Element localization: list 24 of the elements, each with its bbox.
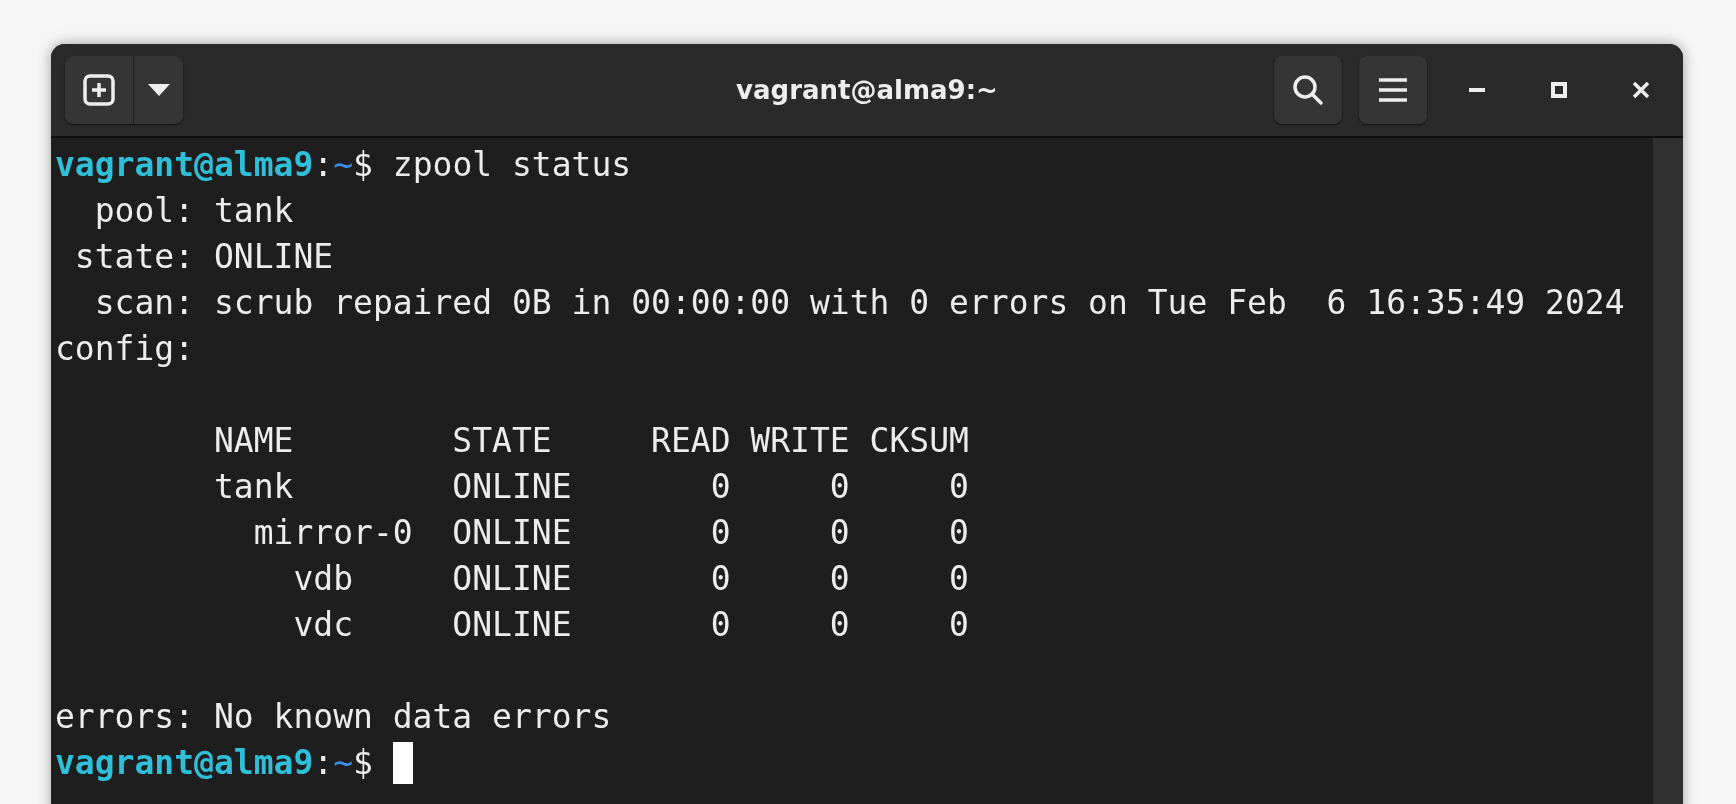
maximize-icon xyxy=(1551,82,1567,98)
output-text: vdc ONLINE 0 0 0 xyxy=(292,604,969,646)
prompt-text: vagrant@alma9:~$ xyxy=(55,144,373,186)
output-text: pool: tank xyxy=(93,190,294,232)
output-text: config: xyxy=(55,328,195,370)
search-icon xyxy=(1292,74,1324,106)
caret-icon xyxy=(147,84,170,96)
prompt-text: vagrant@alma9:~$ xyxy=(55,742,373,784)
menu-button[interactable] xyxy=(1359,56,1427,124)
output-text: state: ONLINE xyxy=(73,236,334,278)
output-text: scan: scrub repaired 0B in 00:00:00 with 0 errors on Tue Feb 6 16:35:49 2024 xyxy=(93,282,1625,324)
output-text: errors: No known data errors xyxy=(55,696,612,738)
output-text: tank ONLINE 0 0 0 xyxy=(212,466,969,508)
command-text: zpool status xyxy=(391,144,632,186)
menu-icon xyxy=(1379,78,1407,102)
output-text: vdb ONLINE 0 0 0 xyxy=(292,558,969,600)
search-button[interactable] xyxy=(1274,56,1342,124)
output-text: NAME STATE READ WRITE CKSUM xyxy=(212,420,969,462)
new-tab-icon xyxy=(83,74,115,106)
scrollbar[interactable] xyxy=(1653,138,1683,804)
window-title: vagrant@alma9:~ xyxy=(736,75,998,105)
output-text: mirror-0 ONLINE 0 0 0 xyxy=(252,512,969,554)
close-icon xyxy=(1632,81,1650,99)
minimize-icon xyxy=(1469,88,1485,92)
